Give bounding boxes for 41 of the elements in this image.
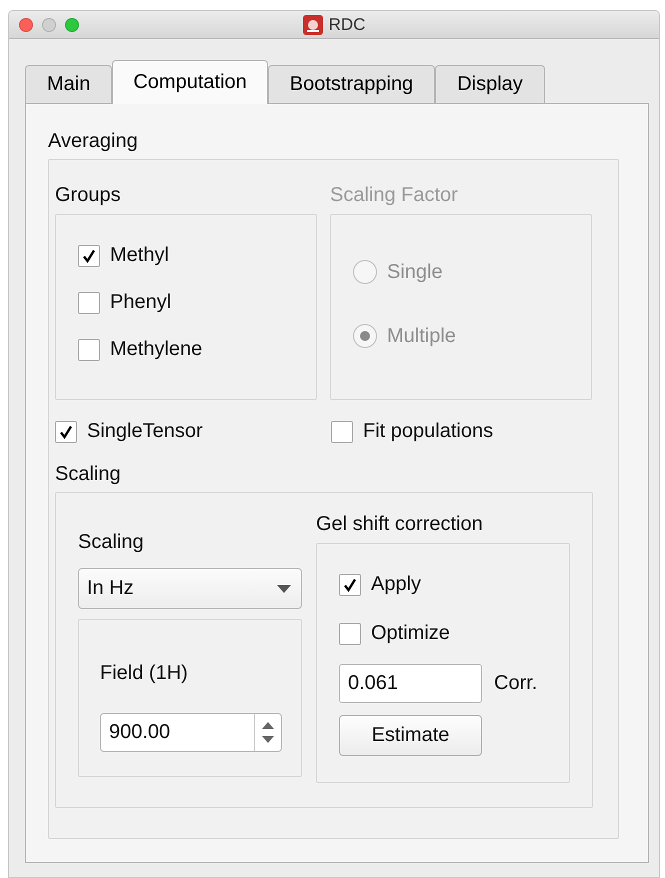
tab[interactable]: Display	[435, 65, 545, 103]
close-button[interactable]	[19, 18, 33, 32]
checkbox-label: SingleTensor	[87, 420, 203, 443]
dropdown[interactable]: In Hz	[78, 568, 302, 609]
tab[interactable]: Main	[25, 65, 112, 103]
checkbox[interactable]	[331, 420, 353, 442]
radio-label: Single	[387, 260, 443, 284]
field-label: Corr.	[494, 672, 538, 695]
tab[interactable]: Computation	[112, 60, 268, 104]
checkbox-label: Optimize	[371, 622, 450, 645]
group-title: Scaling	[55, 463, 122, 486]
radio-label: Multiple	[387, 324, 456, 348]
checkbox[interactable]	[78, 338, 100, 360]
estimate-button[interactable]: Estimate	[339, 715, 482, 756]
field-label: Field (1H)	[100, 662, 189, 685]
spin-box[interactable]: 900.00	[100, 713, 282, 752]
checkbox-label: Fit populations	[363, 420, 494, 443]
window-title: RDC	[328, 14, 366, 34]
group-title: Averaging	[48, 130, 139, 153]
checkmark-icon	[59, 424, 73, 438]
group-title: Groups	[55, 184, 122, 207]
checkbox[interactable]	[78, 292, 100, 314]
app-icon	[302, 14, 323, 34]
group-title: Gel shift correction	[316, 513, 484, 536]
group-title: Scaling Factor	[330, 184, 459, 207]
zoom-button[interactable]	[65, 18, 79, 32]
field-label: Scaling	[78, 531, 145, 554]
checkbox[interactable]	[339, 622, 361, 644]
tab[interactable]: Bootstrapping	[268, 65, 436, 103]
checkbox-label: Methyl	[110, 244, 169, 267]
checkbox-label: Methylene	[110, 338, 202, 361]
checkmark-icon	[82, 248, 96, 262]
checkbox[interactable]	[55, 420, 77, 442]
checkbox[interactable]	[339, 574, 361, 596]
caret-icon	[277, 584, 291, 592]
checkmark-icon	[343, 578, 357, 592]
checkbox[interactable]	[78, 244, 100, 266]
correction-input[interactable]: 0.061	[339, 664, 482, 703]
minimize-button[interactable]	[42, 18, 56, 32]
checkbox-label: Apply	[371, 573, 422, 596]
checkbox-label: Phenyl	[110, 291, 172, 314]
